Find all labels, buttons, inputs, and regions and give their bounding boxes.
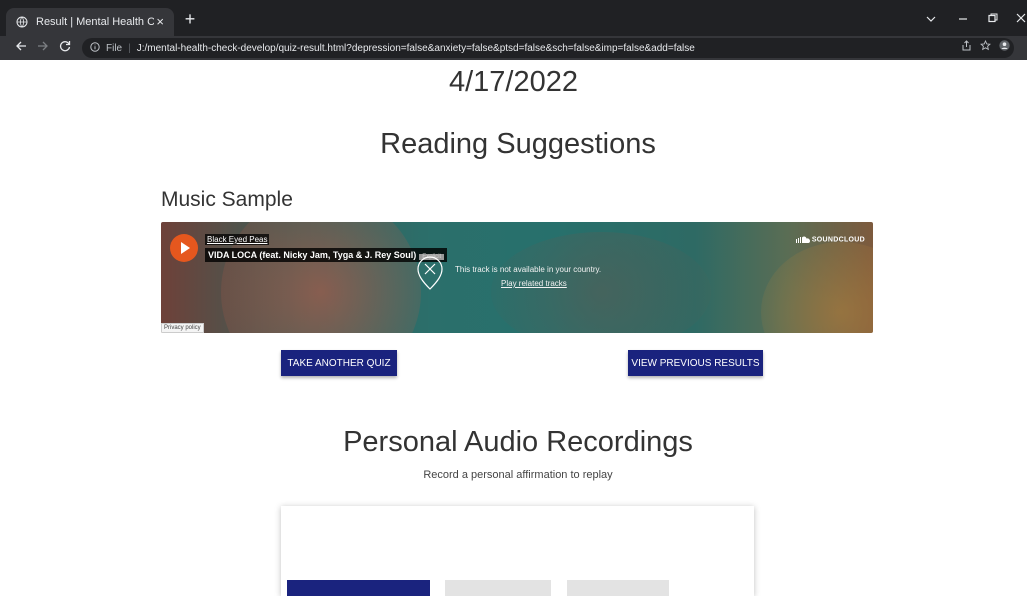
url-separator: | xyxy=(128,42,131,54)
back-icon[interactable] xyxy=(12,39,30,55)
play-button[interactable] xyxy=(170,234,198,262)
tab-title: Result | Mental Health Check xyxy=(36,16,154,28)
globe-icon xyxy=(16,16,28,28)
play-related-link[interactable]: Play related tracks xyxy=(501,279,567,288)
url-scheme-label: File xyxy=(106,42,123,54)
record-button[interactable] xyxy=(287,580,430,596)
result-date: 4/17/2022 xyxy=(448,66,578,98)
forward-icon[interactable] xyxy=(34,39,52,55)
restore-icon[interactable] xyxy=(988,12,998,26)
url-text[interactable]: J:/mental-health-check-develop/quiz-resu… xyxy=(137,43,695,54)
new-tab-button[interactable]: + xyxy=(180,10,200,30)
unavailable-message: This track is not available in your coun… xyxy=(455,265,602,274)
browser-tab-bar: Result | Mental Health Check × + xyxy=(0,0,1027,36)
soundcloud-brand: SOUNDCLOUD xyxy=(811,236,865,244)
address-bar[interactable]: File | J:/mental-health-check-develop/qu… xyxy=(82,38,1014,58)
unavailable-icon xyxy=(417,256,443,290)
recorder-button[interactable] xyxy=(445,580,551,596)
music-sample-heading: Music Sample xyxy=(161,188,293,211)
browser-tab[interactable]: Result | Mental Health Check × xyxy=(6,8,174,36)
soundcloud-logo[interactable]: SOUNDCLOUD xyxy=(795,236,865,244)
browser-toolbar: File | J:/mental-health-check-develop/qu… xyxy=(0,36,1027,60)
recordings-subtitle: Record a personal affirmation to replay xyxy=(423,469,613,481)
tab-close-icon[interactable]: × xyxy=(156,14,164,29)
close-window-icon[interactable] xyxy=(1016,12,1026,26)
view-previous-results-button[interactable]: VIEW PREVIOUS RESULTS xyxy=(628,350,763,376)
share-icon[interactable] xyxy=(961,40,972,54)
reading-suggestions-heading: Reading Suggestions xyxy=(380,128,656,160)
artist-link[interactable]: Black Eyed Peas xyxy=(205,234,270,245)
page-content: 4/17/2022 Reading Suggestions Music Samp… xyxy=(0,60,1027,596)
take-another-quiz-button[interactable]: TAKE ANOTHER QUIZ xyxy=(281,350,397,376)
privacy-policy-link[interactable]: Privacy policy xyxy=(161,323,204,333)
bookmark-star-icon[interactable] xyxy=(980,39,991,54)
soundcloud-player[interactable]: Black Eyed Peas VIDA LOCA (feat. Nicky J… xyxy=(161,222,873,333)
recorder-button[interactable] xyxy=(567,580,669,596)
recordings-heading: Personal Audio Recordings xyxy=(343,426,693,458)
profile-icon[interactable] xyxy=(999,40,1010,54)
reload-icon[interactable] xyxy=(56,39,74,55)
chevron-down-icon[interactable] xyxy=(926,12,936,26)
track-title-text: VIDA LOCA (feat. Nicky Jam, Tyga & J. Re… xyxy=(208,250,417,260)
artwork-blur xyxy=(761,242,873,333)
recorder-card xyxy=(281,506,754,596)
track-title[interactable]: VIDA LOCA (feat. Nicky Jam, Tyga & J. Re… xyxy=(205,248,448,262)
minimize-icon[interactable] xyxy=(958,12,968,26)
info-icon[interactable] xyxy=(90,41,100,55)
soundcloud-cloud-icon xyxy=(795,236,810,243)
